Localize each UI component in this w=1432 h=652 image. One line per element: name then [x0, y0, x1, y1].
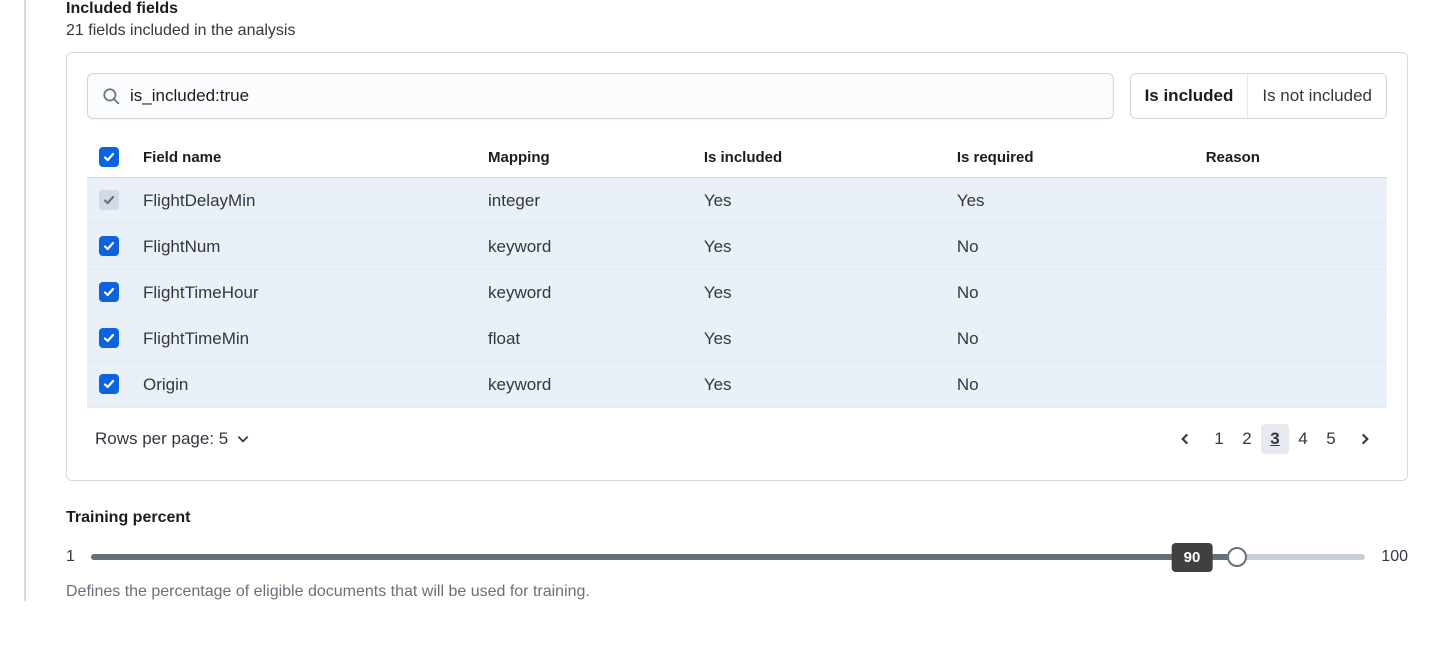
required-cell: No	[945, 316, 1194, 362]
row-checkbox[interactable]	[99, 236, 119, 256]
row-checkbox[interactable]	[99, 282, 119, 302]
page-1[interactable]: 1	[1205, 424, 1233, 454]
page-3[interactable]: 3	[1261, 424, 1289, 454]
fields-panel: Is included Is not included Field name M…	[66, 52, 1408, 481]
th-field-name: Field name	[131, 137, 476, 178]
reason-cell	[1194, 316, 1387, 362]
included-cell: Yes	[692, 316, 945, 362]
page-4[interactable]: 4	[1289, 424, 1317, 454]
rows-per-page[interactable]: Rows per page: 5	[95, 429, 250, 449]
row-checkbox[interactable]	[99, 328, 119, 348]
row-checkbox	[99, 190, 119, 210]
chevron-left-icon	[1178, 432, 1192, 446]
table-row: FlightTimeMinfloatYesNo	[87, 316, 1387, 362]
included-cell: Yes	[692, 270, 945, 316]
table-row: OriginkeywordYesNo	[87, 362, 1387, 408]
reason-cell	[1194, 224, 1387, 270]
required-cell: No	[945, 362, 1194, 408]
field-name-cell: FlightTimeHour	[131, 270, 476, 316]
training-section: Training percent 1 90 100 Defines the pe…	[66, 509, 1408, 601]
training-title: Training percent	[66, 509, 1408, 527]
filter-group: Is included Is not included	[1130, 73, 1387, 119]
training-slider[interactable]: 90	[91, 547, 1365, 567]
table-row: FlightDelayMinintegerYesYes	[87, 178, 1387, 224]
reason-cell	[1194, 178, 1387, 224]
chevron-down-icon	[236, 432, 250, 446]
mapping-cell: float	[476, 316, 692, 362]
th-is-included: Is included	[692, 137, 945, 178]
field-name-cell: Origin	[131, 362, 476, 408]
included-cell: Yes	[692, 178, 945, 224]
th-reason: Reason	[1194, 137, 1387, 178]
slider-max-label: 100	[1381, 548, 1408, 566]
rows-per-page-label: Rows per page: 5	[95, 429, 228, 449]
pagination: 12345	[1171, 424, 1379, 454]
fields-table: Field name Mapping Is included Is requir…	[87, 137, 1387, 408]
required-cell: No	[945, 270, 1194, 316]
th-mapping: Mapping	[476, 137, 692, 178]
reason-cell	[1194, 362, 1387, 408]
included-cell: Yes	[692, 362, 945, 408]
slider-value-tooltip: 90	[1172, 543, 1213, 572]
slider-min-label: 1	[66, 548, 75, 566]
field-name-cell: FlightTimeMin	[131, 316, 476, 362]
page-5[interactable]: 5	[1317, 424, 1345, 454]
search-input[interactable]	[130, 86, 1099, 106]
slider-fill	[91, 554, 1237, 560]
filter-is-included[interactable]: Is included	[1131, 74, 1248, 118]
mapping-cell: keyword	[476, 224, 692, 270]
training-help-text: Defines the percentage of eligible docum…	[66, 583, 1408, 601]
mapping-cell: keyword	[476, 362, 692, 408]
page-prev[interactable]	[1171, 424, 1199, 454]
search-box[interactable]	[87, 73, 1114, 119]
field-name-cell: FlightNum	[131, 224, 476, 270]
th-is-required: Is required	[945, 137, 1194, 178]
table-row: FlightNumkeywordYesNo	[87, 224, 1387, 270]
row-checkbox[interactable]	[99, 374, 119, 394]
required-cell: No	[945, 224, 1194, 270]
included-cell: Yes	[692, 224, 945, 270]
mapping-cell: integer	[476, 178, 692, 224]
reason-cell	[1194, 270, 1387, 316]
section-title: Included fields	[66, 0, 1408, 18]
filter-is-not-included[interactable]: Is not included	[1247, 74, 1386, 118]
page-2[interactable]: 2	[1233, 424, 1261, 454]
select-all-checkbox[interactable]	[99, 147, 119, 167]
section-subtitle: 21 fields included in the analysis	[66, 22, 1408, 40]
chevron-right-icon	[1358, 432, 1372, 446]
search-icon	[102, 87, 120, 105]
field-name-cell: FlightDelayMin	[131, 178, 476, 224]
slider-thumb[interactable]	[1227, 547, 1247, 567]
mapping-cell: keyword	[476, 270, 692, 316]
table-row: FlightTimeHourkeywordYesNo	[87, 270, 1387, 316]
required-cell: Yes	[945, 178, 1194, 224]
page-next[interactable]	[1351, 424, 1379, 454]
